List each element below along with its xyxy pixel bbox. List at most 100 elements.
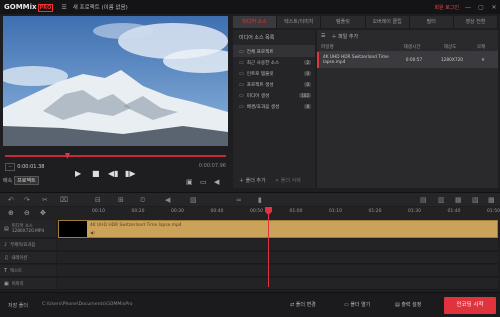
minimize-button[interactable]: — (464, 4, 472, 11)
next-frame-icon[interactable]: ▮▶ (125, 169, 136, 178)
ruler-tick-label: 00:10 (92, 209, 105, 214)
redo-icon[interactable]: ↷ (24, 196, 30, 204)
folder-change-icon: ⇄ (290, 302, 295, 308)
open-folder-button[interactable]: ▭ 폴더 열기 (344, 301, 370, 308)
ruler-tick-label: 01:20 (368, 209, 382, 214)
source-list-panel: 미디어 소스 목록 ▭ 전체 프로젝트 ▭ 최근 사용한 소스 2 ▭ 인트로 템플릿 0… (233, 30, 315, 188)
image-edit-icon[interactable]: ▨ (190, 196, 197, 204)
source-item-project[interactable]: ▭ 프로젝트 생성 0 (233, 79, 315, 90)
track-narration[interactable] (57, 252, 498, 264)
track-label-narration: ♫ 내레이션 (0, 252, 56, 264)
volume-icon[interactable]: ◀ (214, 178, 219, 186)
timeline-toolbar: ↶ ↷ ✂ ⌧ ⊟ ⊞ ⏲ ◀ ▨ ∞ ▮ ▤ ▥ ▦ ▧ ▩ (0, 192, 500, 206)
close-button[interactable]: ✕ (490, 4, 498, 11)
track-label-media: ▤ 미디어 소스 1280X720.MP4 (0, 220, 56, 238)
delete-icon[interactable]: ▥ (438, 196, 445, 204)
link-icon[interactable]: ∞ (236, 196, 242, 204)
folder-icon: ▭ (239, 81, 244, 88)
title-bar: GOMMix PRO ☰ 새 프로젝트 (이름 없음) 회원 로그인 — ▢ ✕ (0, 0, 500, 14)
file-table-header: 파일명 재생시간 해상도 삭제 (317, 42, 498, 52)
music-icon: ♪ (4, 241, 8, 248)
tab-template[interactable]: 템플릿 (321, 16, 366, 28)
speed-control: 배속 프로젝트 (3, 176, 39, 185)
save-folder-label: 저장 폴더 (8, 303, 28, 309)
ruler-tick-label: 01:50 (487, 209, 500, 214)
track-sub[interactable] (57, 239, 498, 251)
tab-media-source[interactable]: 미디어 소스 (233, 16, 278, 28)
folder-icon: ▭ (239, 92, 244, 99)
fit-icon[interactable]: ✥ (40, 209, 46, 217)
split-icon[interactable]: ⊟ (95, 196, 101, 204)
file-list-panel: ☰ ＋ 파일 추가 파일명 재생시간 해상도 삭제 4K UHD HDR Swi… (317, 30, 498, 188)
video-preview[interactable] (3, 16, 228, 146)
image-icon: ▣ (4, 280, 9, 287)
fullscreen-icon[interactable]: ▭ (200, 178, 207, 186)
add-folder-button[interactable]: ＋ 폴더 추가 (239, 177, 266, 184)
table-row[interactable]: 4K UHD HDR Switzerland Time lapse.mp4 0:… (317, 52, 498, 68)
mountain-landscape-image (3, 16, 228, 146)
save-icon[interactable]: ▦ (455, 196, 462, 204)
tab-filter[interactable]: 필터 (409, 16, 454, 28)
snapshot-icon[interactable]: ▣ (186, 178, 193, 186)
track-image[interactable] (57, 278, 498, 290)
speed-select[interactable]: 프로젝트 (14, 176, 39, 185)
save-folder-path: C:\Users\Phone\Documents\GOMMixPro (42, 302, 133, 307)
change-folder-button[interactable]: ⇄ 폴더 변경 (290, 301, 316, 308)
source-item-intro-template[interactable]: ▭ 인트로 템플릿 0 (233, 68, 315, 79)
source-item-bgm-sfx[interactable]: ▭ 배경/효과음 생성 8 (233, 101, 315, 112)
seek-bar[interactable] (3, 153, 228, 159)
folder-icon: ▭ (239, 59, 244, 66)
ruler-tick-label: 01:10 (329, 209, 342, 214)
undo-icon[interactable]: ↶ (8, 196, 14, 204)
menu-icon[interactable]: ☰ (61, 4, 66, 11)
add-track-icon[interactable]: ▤ (420, 196, 427, 204)
folder-icon: ▭ (239, 103, 244, 110)
folder-open-icon: ▭ (344, 302, 349, 308)
settings-icon[interactable]: ▩ (488, 196, 495, 204)
lock-icon[interactable]: ▮ (258, 196, 262, 204)
prev-frame-icon[interactable]: ◀▮ (108, 169, 119, 178)
delete-folder-button[interactable]: ✕ 폴더 삭제 (275, 177, 301, 184)
timeline-clip[interactable]: 4K UHD HDR Switzerland Time lapse.mp4 ◀) (58, 220, 498, 238)
seek-progress (5, 155, 226, 157)
stop-icon[interactable]: ■ (92, 169, 100, 178)
tab-text-image[interactable]: 텍스트/이미지 (277, 16, 322, 28)
clip-volume-icon[interactable]: ◀) (90, 230, 95, 235)
zoom-in-icon[interactable]: ⊕ (8, 209, 14, 217)
zoom-out-icon[interactable]: ⊖ (24, 209, 30, 217)
tab-overlay-clip[interactable]: 오버레이 클립 (365, 16, 410, 28)
app-logo: GOMMix PRO (4, 3, 54, 12)
speed-icon[interactable]: ⏲ (140, 196, 145, 205)
source-list-header: 미디어 소스 목록 (233, 30, 315, 46)
crop-icon[interactable]: ⊞ (118, 196, 124, 204)
track-label-text: T 텍스트 (0, 265, 56, 277)
source-item-all-projects[interactable]: ▭ 전체 프로젝트 (233, 46, 315, 57)
clip-name: 4K UHD HDR Switzerland Time lapse.mp4 (90, 223, 182, 228)
play-icon[interactable]: ▶ (75, 169, 81, 178)
cut-icon[interactable]: ✂ (42, 196, 48, 204)
project-title: 새 프로젝트 (이름 없음) (72, 5, 128, 11)
film-icon: ▤ (4, 225, 9, 232)
folder-icon: ▭ (239, 48, 244, 55)
login-link[interactable]: 회원 로그인 (434, 4, 459, 11)
list-view-icon[interactable]: ☰ (321, 33, 325, 39)
ruler-tick-label: 00:30 (171, 209, 184, 214)
track-label-image: ▣ 이미지 (0, 278, 56, 290)
tab-bar: 미디어 소스 텍스트/이미지 템플릿 오버레이 클립 필터 영상 전환 (233, 16, 499, 28)
track-label-sub: ♪ 부제목/효과음 (0, 239, 56, 251)
maximize-button[interactable]: ▢ (477, 4, 485, 11)
volume-icon[interactable]: ◀ (165, 196, 170, 204)
bottom-bar: 저장 폴더 C:\Users\Phone\Documents\GOMMixPro… (0, 292, 500, 317)
text-icon: T (4, 267, 8, 274)
delete-file-button[interactable]: ✕ (473, 58, 493, 63)
trim-icon[interactable]: ⌧ (60, 196, 68, 204)
output-settings-button[interactable]: ▤ 출력 설정 (395, 301, 421, 308)
track-text[interactable] (57, 265, 498, 277)
start-encoding-button[interactable]: 인코딩 시작 (444, 297, 496, 314)
source-item-recent[interactable]: ▭ 최근 사용한 소스 2 (233, 57, 315, 68)
source-item-media[interactable]: ▭ 미디어 생성 102 (233, 90, 315, 101)
add-file-button[interactable]: ＋ 파일 추가 (331, 33, 358, 40)
export-icon[interactable]: ▧ (472, 196, 479, 204)
timeline-ruler[interactable]: ⊕ ⊖ ✥ 00:10 00:20 00:30 00:40 00:50 01:00 01:1… (0, 207, 500, 220)
tab-transition[interactable]: 영상 전환 (453, 16, 499, 28)
